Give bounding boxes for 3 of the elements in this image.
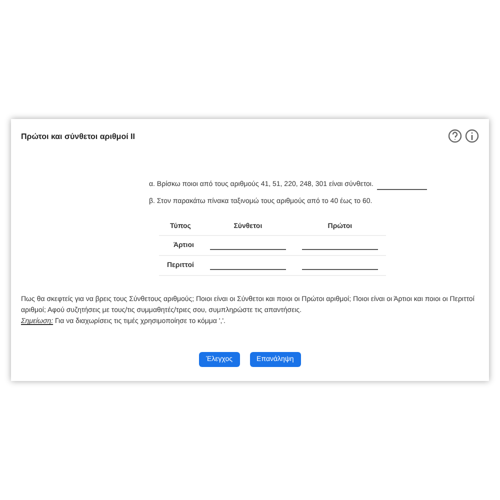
card-title: Πρώτοι και σύνθετοι αριθμοί ΙΙ bbox=[21, 132, 135, 140]
help-icon[interactable] bbox=[448, 129, 462, 143]
info-icon[interactable] bbox=[465, 129, 479, 143]
